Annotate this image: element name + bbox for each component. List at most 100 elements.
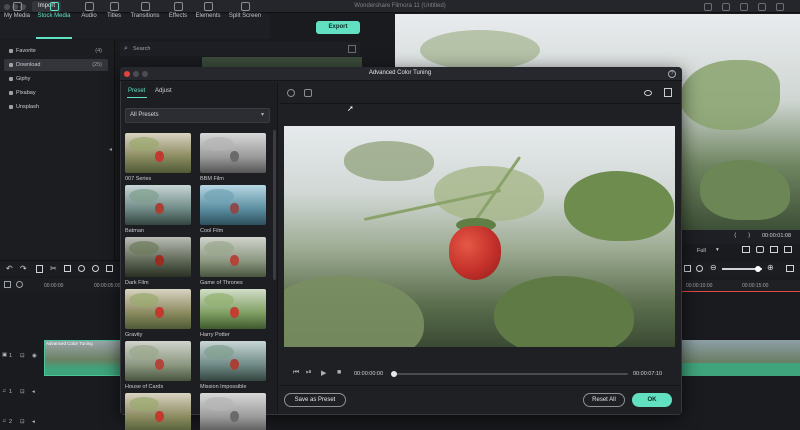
dialog-minimize-button[interactable] [133, 71, 139, 77]
previous-frame-icon[interactable]: ⏮ [293, 369, 299, 377]
preset-card[interactable]: Batman [125, 185, 191, 234]
zoom-out-icon[interactable]: ⊖ [710, 263, 717, 272]
sidebar-item-download[interactable]: Download (25) [4, 59, 108, 71]
preset-thumbnail[interactable] [125, 393, 191, 430]
preset-card[interactable]: House of Cards [125, 341, 191, 390]
account-icon[interactable] [740, 3, 748, 11]
render-icon[interactable] [684, 265, 691, 272]
zoom-slider-knob[interactable] [755, 266, 761, 272]
sidebar-item-favorite[interactable]: Favorite (4) [4, 45, 108, 57]
preset-scrollbar[interactable] [273, 130, 276, 280]
preset-thumbnail[interactable] [200, 289, 266, 329]
preset-thumbnail[interactable] [125, 341, 191, 381]
compare-split-icon[interactable] [664, 88, 672, 97]
preset-thumbnail[interactable] [200, 133, 266, 173]
playback-scrubber[interactable] [391, 371, 397, 377]
preset-card[interactable]: BBM Film [200, 133, 266, 182]
transitions-icon [140, 2, 150, 11]
gift-icon[interactable] [722, 3, 730, 11]
chevron-down-icon[interactable]: ▾ [716, 247, 719, 253]
stop-icon[interactable]: ■ [337, 369, 341, 376]
crop-icon[interactable] [64, 265, 71, 272]
delete-icon[interactable] [36, 265, 43, 273]
tab-audio[interactable]: Audio [77, 2, 101, 19]
tab-elements[interactable]: Elements [193, 2, 223, 19]
search-input[interactable]: Search [133, 46, 150, 52]
zoom-in-icon[interactable]: ⊕ [767, 263, 774, 272]
volume-icon[interactable] [770, 246, 778, 253]
cut-icon[interactable]: ✂ [50, 264, 57, 273]
preset-thumbnail[interactable] [200, 341, 266, 381]
prev-marker-icon[interactable]: ⟨ [734, 232, 736, 239]
quality-select[interactable]: Full [697, 248, 706, 254]
preset-thumbnail[interactable] [200, 185, 266, 225]
camera-icon[interactable] [756, 246, 764, 253]
preset-card[interactable]: Harry Potter [200, 289, 266, 338]
tab-titles[interactable]: Titles [103, 2, 125, 19]
dialog-zoom-button[interactable] [142, 71, 148, 77]
speed-icon[interactable] [78, 265, 85, 272]
preset-thumbnail[interactable] [125, 185, 191, 225]
color-icon[interactable] [92, 265, 99, 272]
eye-icon[interactable]: ◉ [32, 353, 37, 359]
preset-card[interactable]: Cool Film [200, 185, 266, 234]
stock-thumbnail-strip[interactable] [202, 57, 362, 67]
preset-thumbnail[interactable] [125, 289, 191, 329]
preset-thumbnail[interactable] [125, 133, 191, 173]
layout-icon[interactable] [758, 3, 766, 11]
tab-effects[interactable]: Effects [165, 2, 191, 19]
tab-transitions[interactable]: Transitions [127, 2, 163, 19]
preset-thumbnail[interactable] [200, 237, 266, 277]
add-track-icon[interactable] [4, 281, 11, 288]
save-as-preset-label: Save as Preset [294, 397, 336, 403]
collapse-sidebar-icon[interactable]: ◂ [109, 146, 112, 153]
timeline-settings-icon[interactable] [786, 265, 794, 272]
monitor-icon[interactable] [742, 246, 750, 253]
lock-icon[interactable]: ⊡ [20, 353, 25, 359]
help-icon[interactable]: ? [668, 70, 676, 78]
play-icon[interactable]: ▶ [321, 369, 326, 377]
undo-icon[interactable] [287, 89, 295, 97]
speaker-icon[interactable]: ◂ [32, 419, 35, 425]
preset-card[interactable]: Gravity [125, 289, 191, 338]
mic-icon[interactable] [696, 265, 703, 272]
export-button[interactable]: Export [316, 21, 360, 34]
preset-card[interactable]: Mission Impossible [200, 341, 266, 390]
lock-icon[interactable]: ⊡ [20, 419, 25, 425]
sidebar-item-pixabay[interactable]: Pixabay [4, 87, 108, 99]
undo-icon[interactable]: ↶ [6, 264, 13, 273]
cloud-icon[interactable] [704, 3, 712, 11]
eyedropper-icon[interactable] [304, 89, 312, 97]
sidebar-item-giphy[interactable]: Giphy [4, 73, 108, 85]
link-icon[interactable] [16, 281, 23, 288]
preset-filter-select[interactable]: All Presets ▾ [125, 108, 270, 123]
fullscreen-preview-icon[interactable] [784, 246, 792, 253]
preset-thumbnail[interactable] [200, 393, 266, 430]
preset-thumbnail[interactable] [125, 237, 191, 277]
sidebar-item-unsplash[interactable]: Unsplash [4, 101, 108, 113]
tab-preset[interactable]: Preset [128, 88, 145, 94]
preset-card[interactable] [200, 393, 266, 430]
playback-progress-track[interactable] [392, 373, 628, 375]
tab-split-screen[interactable]: Split Screen [225, 2, 265, 19]
speaker-icon[interactable]: ◂ [32, 389, 35, 395]
save-as-preset-button[interactable]: Save as Preset [284, 393, 346, 407]
audio-mixer-icon[interactable] [106, 265, 113, 272]
preset-card[interactable]: Dark Film [125, 237, 191, 286]
eye-icon[interactable] [644, 90, 652, 96]
preset-card[interactable]: 007 Series [125, 133, 191, 182]
redo-icon[interactable]: ↷ [20, 264, 27, 273]
reset-all-button[interactable]: Reset All [583, 393, 625, 407]
preset-card[interactable]: Game of Thrones [200, 237, 266, 286]
tab-my-media[interactable]: My Media [2, 2, 32, 19]
lock-icon[interactable]: ⊡ [20, 389, 25, 395]
next-marker-icon[interactable]: ⟩ [748, 232, 750, 239]
fullscreen-icon[interactable] [776, 3, 784, 11]
play-frame-icon[interactable]: ⏯ [306, 369, 312, 377]
ok-button[interactable]: OK [632, 393, 672, 407]
preset-card[interactable] [125, 393, 191, 430]
tab-stock-media[interactable]: Stock Media [34, 2, 74, 19]
tab-adjust[interactable]: Adjust [155, 88, 172, 94]
dialog-close-button[interactable] [124, 71, 130, 77]
grid-view-icon[interactable] [348, 45, 356, 53]
